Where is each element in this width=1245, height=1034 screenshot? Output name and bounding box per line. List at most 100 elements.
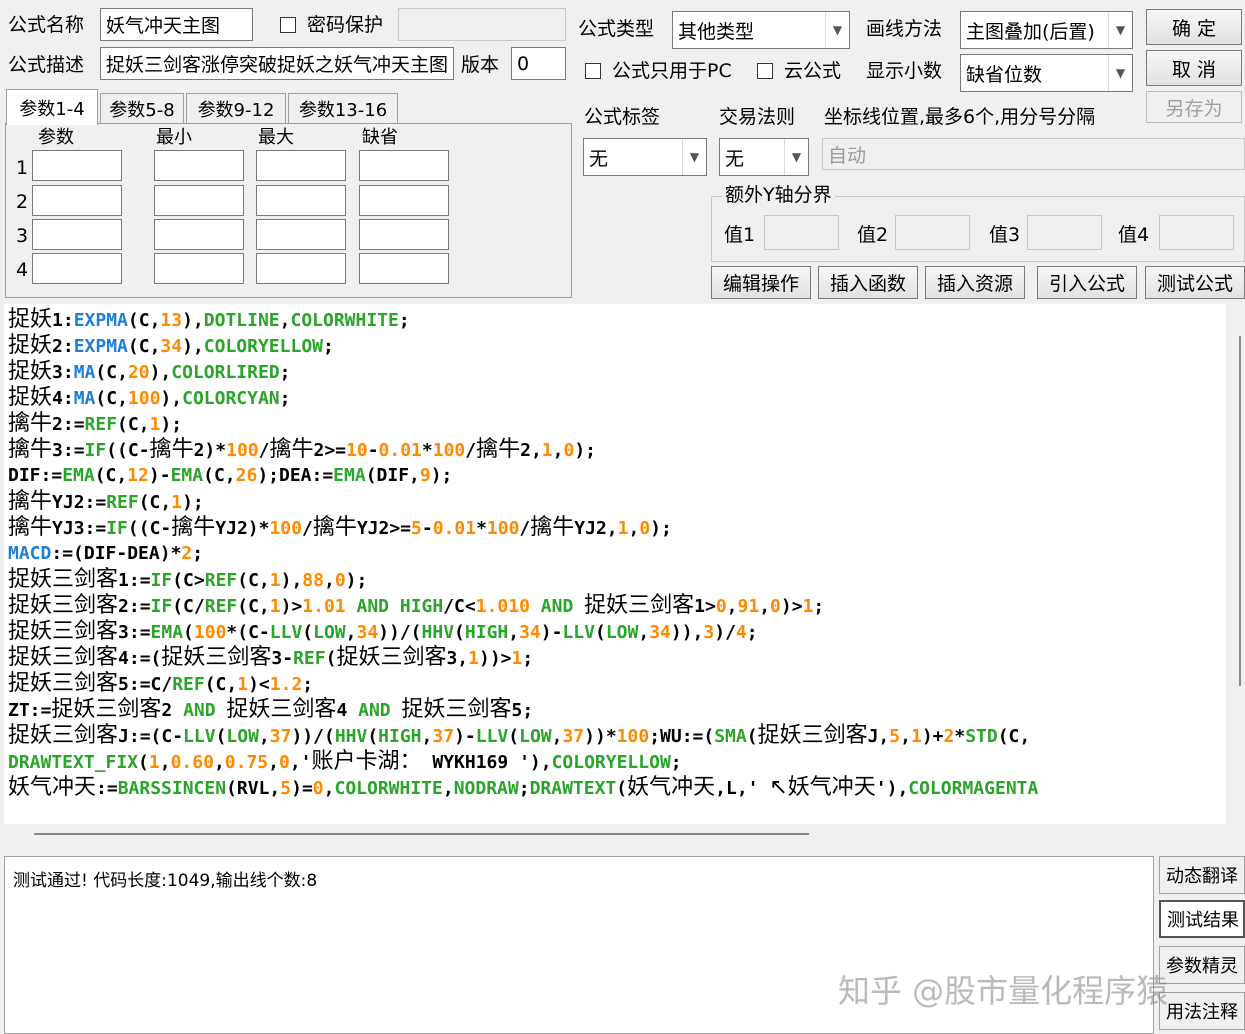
password-input xyxy=(398,8,566,41)
value4-label: 值4 xyxy=(1118,224,1150,246)
formula-type-select[interactable]: 其他类型 ▼ xyxy=(672,11,850,49)
password-label: 密码保护 xyxy=(307,14,384,36)
value1-label: 值1 xyxy=(724,224,756,246)
code-line: 捉妖三剑客5:=C/REF(C,1)<1.2; xyxy=(8,671,314,696)
insert-resource-button[interactable]: 插入资源 xyxy=(925,266,1025,299)
draw-method-label: 画线方法 xyxy=(866,18,943,40)
scroll-thumb[interactable] xyxy=(34,833,809,835)
tab-params-13-16[interactable]: 参数13-16 xyxy=(288,93,398,123)
value3-label: 值3 xyxy=(989,224,1021,246)
scroll-thumb[interactable] xyxy=(1239,336,1241,686)
formula-name-input[interactable]: 妖气冲天主图 xyxy=(100,8,253,41)
param-1-max[interactable] xyxy=(256,150,346,181)
chevron-down-icon: ▼ xyxy=(1108,12,1132,48)
watermark: 知乎 @股市量化程序猿 xyxy=(838,972,1169,1010)
param-header-name: 参数 xyxy=(38,127,74,148)
code-line: 捉妖3:MA(C,20),COLORLIRED; xyxy=(8,359,291,384)
code-line: 捉妖三剑客2:=IF(C/REF(C,1)>1.01 AND HIGH/C<1.… xyxy=(8,593,825,618)
code-editor[interactable]: 捉妖1:EXPMA(C,13),DOTLINE,COLORWHITE; 捉妖2:… xyxy=(4,304,1226,824)
param-wizard-button[interactable]: 参数精灵 xyxy=(1159,946,1245,984)
chevron-down-icon: ▼ xyxy=(1108,55,1132,91)
draw-method-select[interactable]: 主图叠加(后置) ▼ xyxy=(960,11,1133,49)
chevron-down-icon: ▼ xyxy=(784,139,808,175)
import-formula-button[interactable]: 引入公式 xyxy=(1037,266,1137,299)
param-2-name[interactable] xyxy=(32,185,122,216)
param-2-min[interactable] xyxy=(154,185,244,216)
tag-value: 无 xyxy=(589,147,609,170)
value2-input[interactable] xyxy=(895,215,970,250)
pc-only-checkbox[interactable] xyxy=(585,63,601,79)
version-input[interactable]: 0 xyxy=(511,47,566,80)
param-2-max[interactable] xyxy=(256,185,346,216)
param-4-min[interactable] xyxy=(154,253,244,284)
decimals-label: 显示小数 xyxy=(866,60,943,82)
cloud-checkbox[interactable] xyxy=(757,63,773,79)
code-line: DIF:=EMA(C,12)-EMA(C,26);DEA:=EMA(DIF,9)… xyxy=(8,465,453,486)
cancel-button[interactable]: 取 消 xyxy=(1146,50,1242,86)
param-4-name[interactable] xyxy=(32,253,122,284)
param-3-name[interactable] xyxy=(32,219,122,250)
tab-params-1-4[interactable]: 参数1-4 xyxy=(6,89,98,125)
trade-rule-value: 无 xyxy=(725,147,745,170)
param-1-min[interactable] xyxy=(154,150,244,181)
param-1-name[interactable] xyxy=(32,150,122,181)
code-line: DRAWTEXT_FIX(1,0.60,0.75,0,'账户卡湖： WYKH16… xyxy=(8,749,682,774)
decimals-select[interactable]: 缺省位数 ▼ xyxy=(960,54,1133,92)
param-header-default: 缺省 xyxy=(362,127,398,148)
code-line: 捉妖1:EXPMA(C,13),DOTLINE,COLORWHITE; xyxy=(8,307,410,332)
param-3-min[interactable] xyxy=(154,219,244,250)
code-line: 擒牛YJ2:=REF(C,1); xyxy=(8,489,204,514)
code-line: 妖气冲天:=BARSSINCEN(RVL,5)=0,COLORWHITE,NOD… xyxy=(8,775,1039,800)
coord-label: 坐标线位置,最多6个,用分号分隔 xyxy=(824,106,1096,128)
password-checkbox[interactable] xyxy=(280,17,296,33)
save-as-button[interactable]: 另存为 xyxy=(1146,91,1242,123)
tab-params-9-12[interactable]: 参数9-12 xyxy=(186,93,286,123)
formula-desc-label: 公式描述 xyxy=(8,54,85,76)
chevron-down-icon: ▼ xyxy=(825,12,849,48)
param-header-max: 最大 xyxy=(258,127,294,148)
param-row-label: 3 xyxy=(16,225,29,247)
code-line: ZT:=捉妖三剑客2 AND 捉妖三剑客4 AND 捉妖三剑客5; xyxy=(8,697,534,722)
code-vertical-scrollbar[interactable] xyxy=(1226,304,1245,824)
param-row-label: 4 xyxy=(16,259,29,281)
param-3-max[interactable] xyxy=(256,219,346,250)
value3-input[interactable] xyxy=(1027,215,1102,250)
param-1-default[interactable] xyxy=(359,150,449,181)
code-line: 捉妖4:MA(C,100),COLORCYAN; xyxy=(8,385,291,410)
formula-name-label: 公式名称 xyxy=(8,14,85,36)
code-horizontal-scrollbar[interactable] xyxy=(4,824,1226,846)
usage-notes-button[interactable]: 用法注释 xyxy=(1159,992,1245,1030)
code-line: 捉妖三剑客4:=(捉妖三剑客3-REF(捉妖三剑客3,1))>1; xyxy=(8,645,534,670)
value4-input[interactable] xyxy=(1159,215,1234,250)
decimals-value: 缺省位数 xyxy=(966,63,1043,86)
code-line: 捉妖三剑客3:=EMA(100*(C-LLV(LOW,34))/(HHV(HIG… xyxy=(8,619,758,644)
code-line: MACD:=(DIF-DEA)*2; xyxy=(8,543,204,564)
param-header-min: 最小 xyxy=(156,127,192,148)
formula-desc-input[interactable]: 捉妖三剑客涨停突破捉妖之妖气冲天主图 xyxy=(100,47,454,80)
code-line: 捉妖三剑客1:=IF(C>REF(C,1),88,0); xyxy=(8,567,368,592)
test-formula-button[interactable]: 测试公式 xyxy=(1145,266,1245,299)
coord-input[interactable]: 自动 xyxy=(822,138,1245,170)
tag-select[interactable]: 无 ▼ xyxy=(583,138,707,176)
value1-input[interactable] xyxy=(764,215,839,250)
ok-button[interactable]: 确 定 xyxy=(1146,9,1242,45)
param-4-max[interactable] xyxy=(256,253,346,284)
code-line: 捉妖2:EXPMA(C,34),COLORYELLOW; xyxy=(8,333,334,358)
test-result-button[interactable]: 测试结果 xyxy=(1159,900,1245,938)
code-line: 捉妖三剑客J:=(C-LLV(LOW,37))/(HHV(HIGH,37)-LL… xyxy=(8,723,1031,748)
dynamic-translate-button[interactable]: 动态翻译 xyxy=(1159,856,1245,894)
tag-label: 公式标签 xyxy=(584,106,661,128)
version-label: 版本 xyxy=(461,54,500,76)
insert-function-button[interactable]: 插入函数 xyxy=(818,266,918,299)
param-2-default[interactable] xyxy=(359,185,449,216)
extra-y-label: 额外Y轴分界 xyxy=(722,186,835,205)
param-panel: 参数 最小 最大 缺省 1 2 3 4 xyxy=(5,123,572,298)
value2-label: 值2 xyxy=(857,224,889,246)
param-4-default[interactable] xyxy=(359,253,449,284)
trade-rule-select[interactable]: 无 ▼ xyxy=(719,138,809,176)
edit-ops-button[interactable]: 编辑操作 xyxy=(711,266,811,299)
code-line: 擒牛3:=IF((C-擒牛2)*100/擒牛2>=10-0.01*100/擒牛2… xyxy=(8,437,597,462)
tab-params-5-8[interactable]: 参数5-8 xyxy=(100,93,184,123)
param-3-default[interactable] xyxy=(359,219,449,250)
trade-rule-label: 交易法则 xyxy=(719,106,796,128)
